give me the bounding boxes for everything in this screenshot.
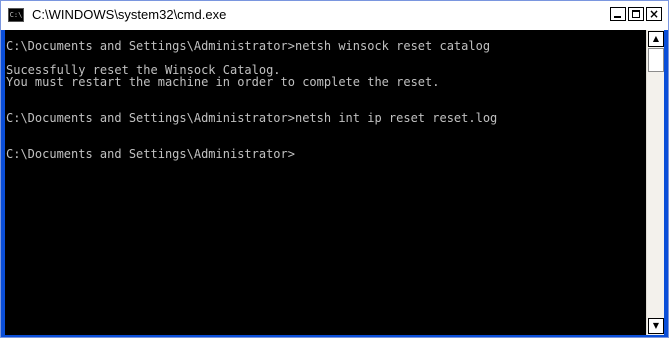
- arrow-up-icon: ▲: [652, 34, 660, 43]
- scroll-down-button[interactable]: ▼: [648, 318, 664, 334]
- console-icon[interactable]: C:\: [8, 8, 24, 22]
- console-line: C:\Documents and Settings\Administrator>…: [6, 111, 498, 125]
- maximize-button[interactable]: [628, 7, 644, 21]
- minimize-button[interactable]: [610, 7, 626, 21]
- console-line: You must restart the machine in order to…: [6, 75, 440, 89]
- window-title: C:\WINDOWS\system32\cmd.exe: [32, 7, 227, 22]
- vertical-scrollbar[interactable]: ▲ ▼: [646, 30, 664, 335]
- cmd-window: C:\ C:\WINDOWS\system32\cmd.exe × C:\Doc…: [0, 0, 669, 338]
- close-icon: ×: [648, 7, 660, 21]
- minimize-icon: [614, 16, 621, 18]
- arrow-down-icon: ▼: [652, 321, 660, 330]
- scroll-up-button[interactable]: ▲: [648, 31, 664, 47]
- title-bar[interactable]: C:\ C:\WINDOWS\system32\cmd.exe ×: [1, 1, 668, 30]
- console-output[interactable]: C:\Documents and Settings\Administrator>…: [5, 30, 646, 335]
- console-prompt[interactable]: C:\Documents and Settings\Administrator>: [6, 148, 497, 160]
- close-button[interactable]: ×: [646, 7, 662, 21]
- scroll-thumb[interactable]: [648, 48, 664, 72]
- console-line: C:\Documents and Settings\Administrator>…: [6, 39, 491, 53]
- maximize-icon: [632, 10, 640, 18]
- title-buttons: ×: [610, 7, 662, 21]
- console-lines: C:\Documents and Settings\Administrator>…: [6, 40, 497, 160]
